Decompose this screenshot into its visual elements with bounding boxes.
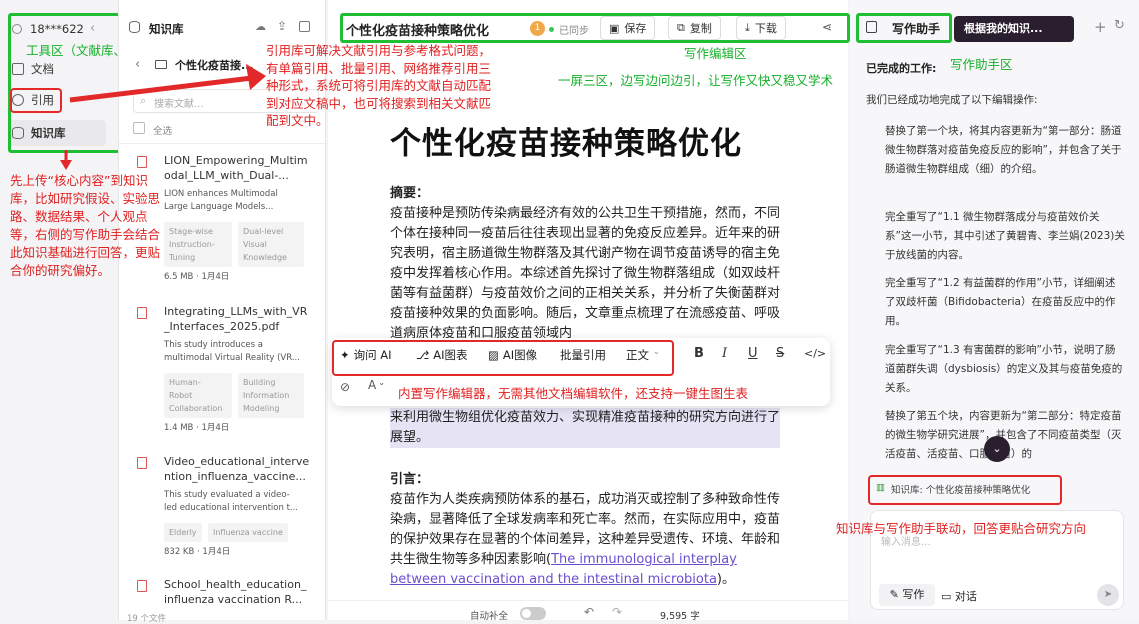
- annotation-arrows: [60, 64, 266, 170]
- kb-arrow: [60, 150, 72, 170]
- citation-arrow: [69, 64, 266, 103]
